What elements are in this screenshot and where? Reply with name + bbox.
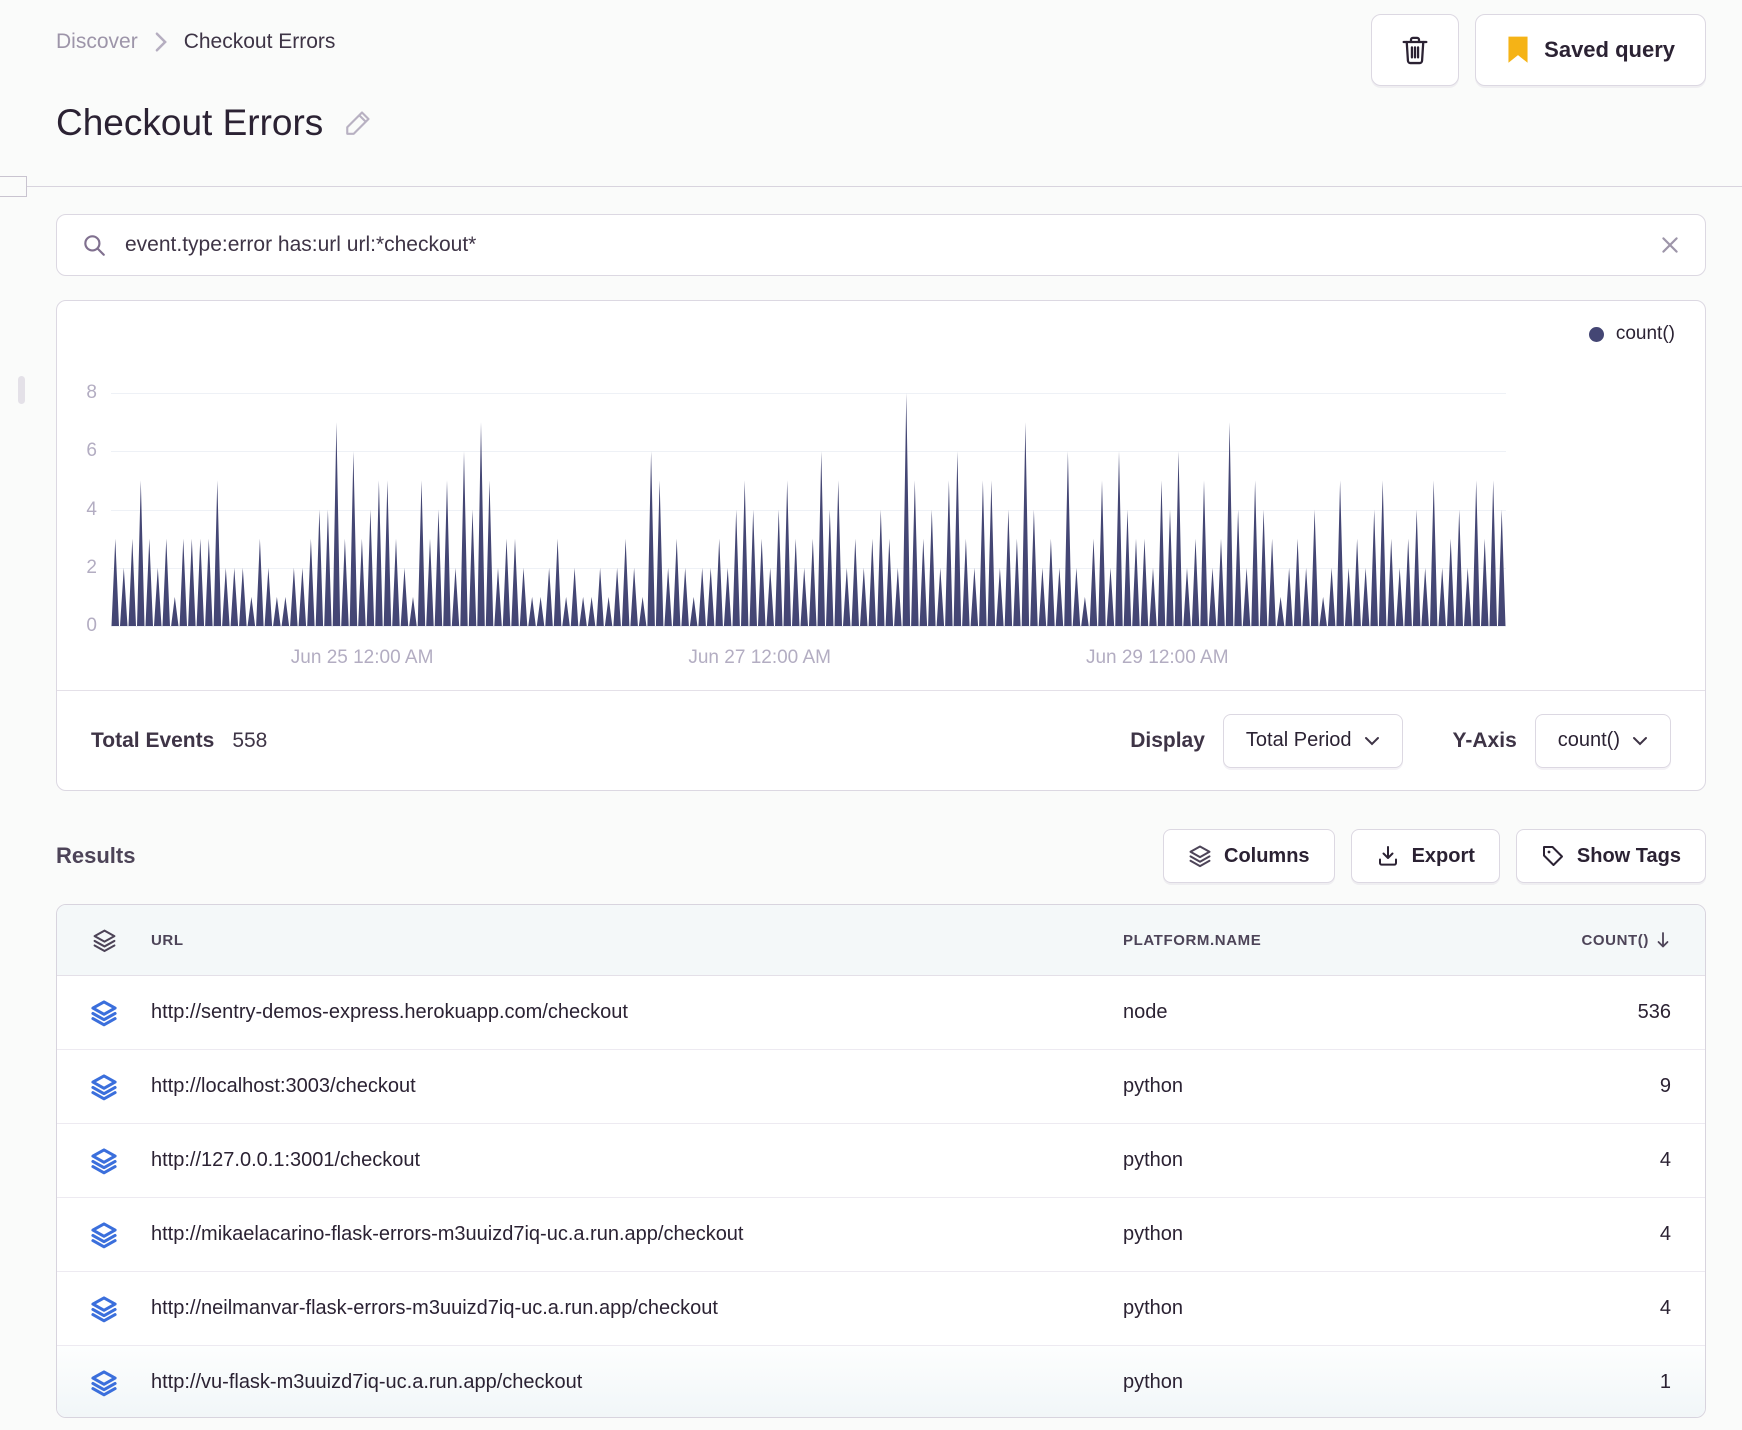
layers-icon[interactable] bbox=[57, 1147, 151, 1175]
chart-panel: count() 8 6 4 2 0 Jun 25 12:00 AM Jun 27… bbox=[56, 300, 1706, 791]
saved-query-label: Saved query bbox=[1544, 37, 1675, 62]
table-row[interactable]: http://sentry-demos-express.herokuapp.co… bbox=[57, 976, 1705, 1050]
y-axis-tick: 8 bbox=[86, 382, 97, 403]
sidebar-drag-handle[interactable] bbox=[18, 376, 25, 404]
layers-icon[interactable] bbox=[57, 1073, 151, 1101]
tag-icon bbox=[1541, 844, 1565, 868]
y-axis-tick: 4 bbox=[86, 498, 97, 520]
x-axis-tick: Jun 29 12:00 AM bbox=[1085, 647, 1229, 668]
row-url: http://neilmanvar-flask-errors-m3uuizd7i… bbox=[151, 1297, 718, 1319]
row-url: http://vu-flask-m3uuizd7iq-uc.a.run.app/… bbox=[151, 1371, 583, 1393]
search-icon bbox=[81, 232, 107, 258]
x-axis-tick: Jun 25 12:00 AM bbox=[290, 647, 434, 668]
page-title-row: Checkout Errors bbox=[56, 102, 373, 144]
export-button[interactable]: Export bbox=[1350, 829, 1500, 883]
chevron-down-icon bbox=[1364, 735, 1380, 747]
display-label: Display bbox=[1130, 728, 1205, 752]
download-icon bbox=[1376, 844, 1400, 868]
table-header-row: URL PLATFORM.NAME COUNT() bbox=[57, 905, 1705, 976]
panel-collapse-handle[interactable] bbox=[0, 176, 27, 197]
yaxis-value: count() bbox=[1557, 729, 1620, 751]
row-count: 536 bbox=[1637, 1001, 1671, 1023]
bookmark-icon bbox=[1506, 36, 1530, 64]
y-axis-tick: 0 bbox=[86, 615, 97, 636]
table-row[interactable]: http://localhost:3003/checkout python 9 bbox=[57, 1050, 1705, 1124]
total-events-value: 558 bbox=[232, 728, 268, 752]
row-platform: python bbox=[1123, 1075, 1184, 1097]
legend-dot bbox=[1588, 326, 1604, 342]
results-actions: Columns Export Show Tags bbox=[1163, 829, 1706, 883]
row-platform: python bbox=[1123, 1223, 1184, 1245]
row-platform: node bbox=[1123, 1001, 1168, 1023]
chart-legend[interactable]: count() bbox=[1588, 323, 1675, 345]
top-actions: Saved query bbox=[1371, 14, 1706, 86]
edit-pencil-icon[interactable] bbox=[343, 108, 373, 138]
row-url: http://127.0.0.1:3001/checkout bbox=[151, 1149, 421, 1171]
layers-icon[interactable] bbox=[57, 1295, 151, 1323]
row-platform: python bbox=[1123, 1149, 1184, 1171]
chart-x-axis: Jun 25 12:00 AM Jun 27 12:00 AM Jun 29 1… bbox=[111, 641, 1506, 671]
layers-icon bbox=[1188, 844, 1212, 868]
delete-query-button[interactable] bbox=[1371, 14, 1460, 86]
saved-query-button[interactable]: Saved query bbox=[1475, 14, 1706, 86]
row-platform: python bbox=[1123, 1371, 1184, 1393]
column-header-url[interactable]: URL bbox=[151, 932, 1123, 949]
column-header-platform[interactable]: PLATFORM.NAME bbox=[1123, 932, 1457, 949]
row-url: http://mikaelacarino-flask-errors-m3uuiz… bbox=[151, 1223, 744, 1245]
row-count: 4 bbox=[1659, 1223, 1671, 1245]
results-heading: Results bbox=[56, 843, 136, 868]
clear-search-icon[interactable] bbox=[1659, 234, 1681, 256]
discover-page: Discover Checkout Errors Saved query Che… bbox=[0, 0, 1742, 1430]
table-row[interactable]: http://vu-flask-m3uuizd7iq-uc.a.run.app/… bbox=[57, 1346, 1705, 1417]
yaxis-label: Y-Axis bbox=[1452, 728, 1517, 752]
chart-controls: Display Total Period Y-Axis count() bbox=[1130, 713, 1671, 768]
row-count: 4 bbox=[1659, 1297, 1671, 1319]
row-count: 4 bbox=[1659, 1149, 1671, 1171]
columns-button[interactable]: Columns bbox=[1163, 829, 1335, 883]
count-header-label: COUNT() bbox=[1581, 931, 1649, 949]
chart-footer: Total Events 558 Display Total Period Y-… bbox=[57, 690, 1705, 790]
display-period-value: Total Period bbox=[1245, 729, 1352, 751]
breadcrumb-current: Checkout Errors bbox=[183, 30, 336, 53]
export-button-label: Export bbox=[1411, 844, 1475, 867]
y-axis-tick: 2 bbox=[86, 556, 97, 578]
columns-button-label: Columns bbox=[1224, 844, 1310, 867]
y-axis-tick: 6 bbox=[86, 440, 97, 462]
header-divider bbox=[0, 186, 1742, 187]
layers-icon[interactable] bbox=[57, 1221, 151, 1249]
page-title: Checkout Errors bbox=[56, 102, 324, 143]
row-platform: python bbox=[1123, 1297, 1184, 1319]
search-input[interactable] bbox=[123, 232, 1643, 258]
results-table: URL PLATFORM.NAME COUNT() http://sentry-… bbox=[56, 904, 1706, 1418]
breadcrumb-discover[interactable]: Discover bbox=[56, 30, 138, 54]
gridline bbox=[111, 626, 1506, 627]
display-period-select[interactable]: Total Period bbox=[1222, 713, 1403, 768]
layers-icon[interactable] bbox=[57, 1369, 151, 1397]
count-area-chart[interactable] bbox=[111, 393, 1506, 626]
total-events-label: Total Events bbox=[91, 728, 215, 752]
legend-label: count() bbox=[1615, 323, 1675, 344]
search-bar bbox=[56, 214, 1706, 276]
trash-icon bbox=[1399, 33, 1431, 67]
row-count: 9 bbox=[1659, 1075, 1671, 1097]
yaxis-select[interactable]: count() bbox=[1534, 713, 1671, 768]
table-row[interactable]: http://mikaelacarino-flask-errors-m3uuiz… bbox=[57, 1198, 1705, 1272]
row-url: http://sentry-demos-express.herokuapp.co… bbox=[151, 1001, 628, 1023]
breadcrumb: Discover Checkout Errors bbox=[56, 30, 335, 54]
table-row[interactable]: http://127.0.0.1:3001/checkout python 4 bbox=[57, 1124, 1705, 1198]
row-count: 1 bbox=[1659, 1371, 1671, 1393]
chart-plot: 8 6 4 2 0 bbox=[86, 382, 1506, 636]
sort-desc-arrow-icon bbox=[1655, 931, 1671, 949]
chevron-down-icon bbox=[1632, 735, 1648, 747]
x-axis-tick: Jun 27 12:00 AM bbox=[688, 647, 831, 668]
layers-icon[interactable] bbox=[57, 999, 151, 1027]
chevron-right-icon bbox=[154, 31, 168, 53]
table-row[interactable]: http://neilmanvar-flask-errors-m3uuizd7i… bbox=[57, 1272, 1705, 1346]
show-tags-button-label: Show Tags bbox=[1576, 844, 1681, 867]
row-url: http://localhost:3003/checkout bbox=[151, 1075, 416, 1097]
column-header-count[interactable]: COUNT() bbox=[1457, 931, 1705, 949]
show-tags-button[interactable]: Show Tags bbox=[1515, 829, 1706, 883]
table-body: http://sentry-demos-express.herokuapp.co… bbox=[57, 976, 1705, 1417]
layers-icon[interactable] bbox=[57, 928, 151, 953]
